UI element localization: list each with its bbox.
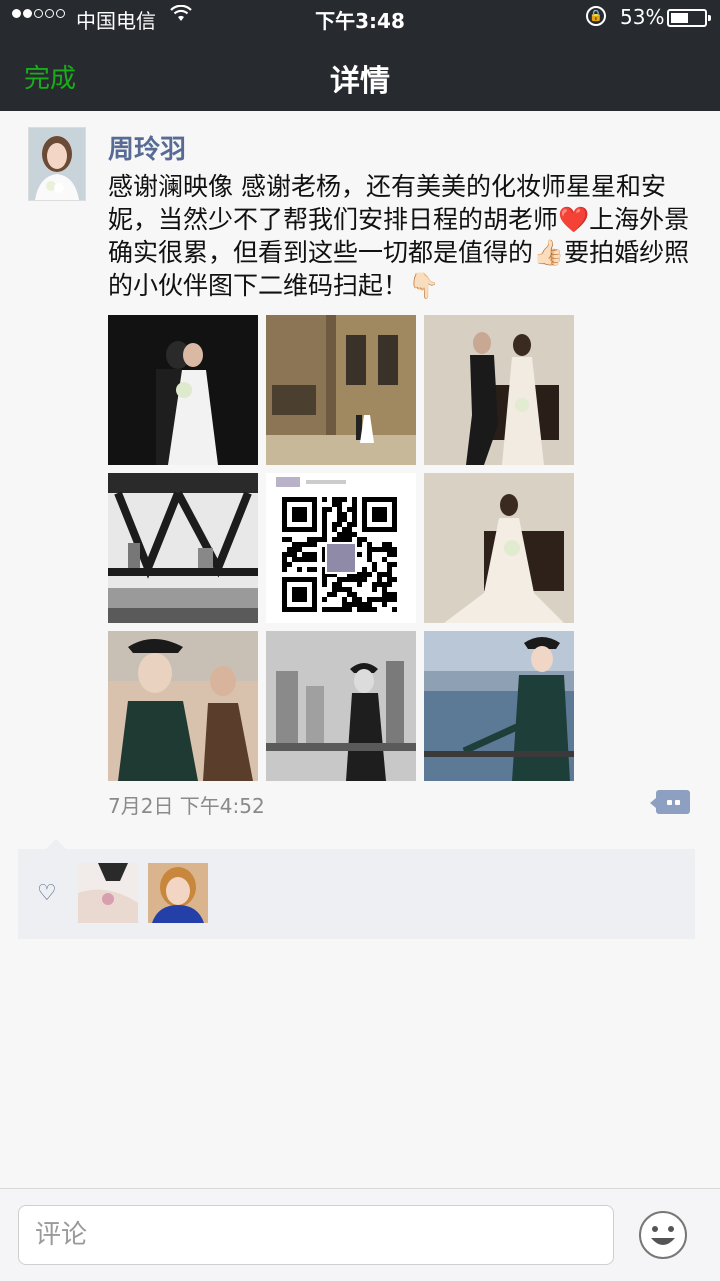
- page-title: 详情: [330, 64, 390, 99]
- status-time: 下午3:48: [315, 9, 405, 33]
- wedding-photo-4[interactable]: [108, 473, 258, 623]
- more-icon: [667, 800, 672, 805]
- comment-action-button[interactable]: [650, 790, 690, 814]
- smiley-icon[interactable]: [638, 1210, 688, 1260]
- likes-panel: ♡: [18, 839, 695, 939]
- top-bar: 中国电信 下午3:48 🔒 53% 完成 详情: [0, 0, 720, 111]
- wedding-photo-7[interactable]: [266, 631, 416, 781]
- comment-input[interactable]: 评论: [18, 1205, 614, 1265]
- status-bar: 中国电信 下午3:48 🔒 53%: [0, 0, 720, 36]
- post-text: 感谢澜映像 感谢老杨，还有美美的化妆师星星和安妮，当然少不了帮我们安排日程的胡老…: [108, 172, 690, 300]
- wedding-photo-8[interactable]: [424, 631, 574, 781]
- photo-grid: [108, 315, 574, 781]
- rotation-lock-icon: 🔒: [586, 6, 606, 26]
- wedding-photo-3[interactable]: [424, 315, 574, 465]
- liker-avatar-2[interactable]: [148, 863, 208, 923]
- battery-icon: [667, 9, 711, 27]
- qr-code[interactable]: [266, 473, 416, 623]
- wedding-photo-5[interactable]: [424, 473, 574, 623]
- battery-percent: 53%: [620, 5, 665, 29]
- wedding-photo-6[interactable]: [108, 631, 258, 781]
- wedding-photo-2[interactable]: [266, 315, 416, 465]
- comment-bar: 评论: [0, 1188, 720, 1281]
- heart-icon: ♡: [37, 881, 57, 906]
- post-timestamp: 7月2日 下午4:52: [108, 794, 265, 818]
- author-name[interactable]: 周玲羽: [108, 129, 186, 166]
- liker-avatar-1[interactable]: [78, 863, 138, 923]
- author-avatar[interactable]: [28, 127, 86, 201]
- wedding-photo-1[interactable]: [108, 315, 258, 465]
